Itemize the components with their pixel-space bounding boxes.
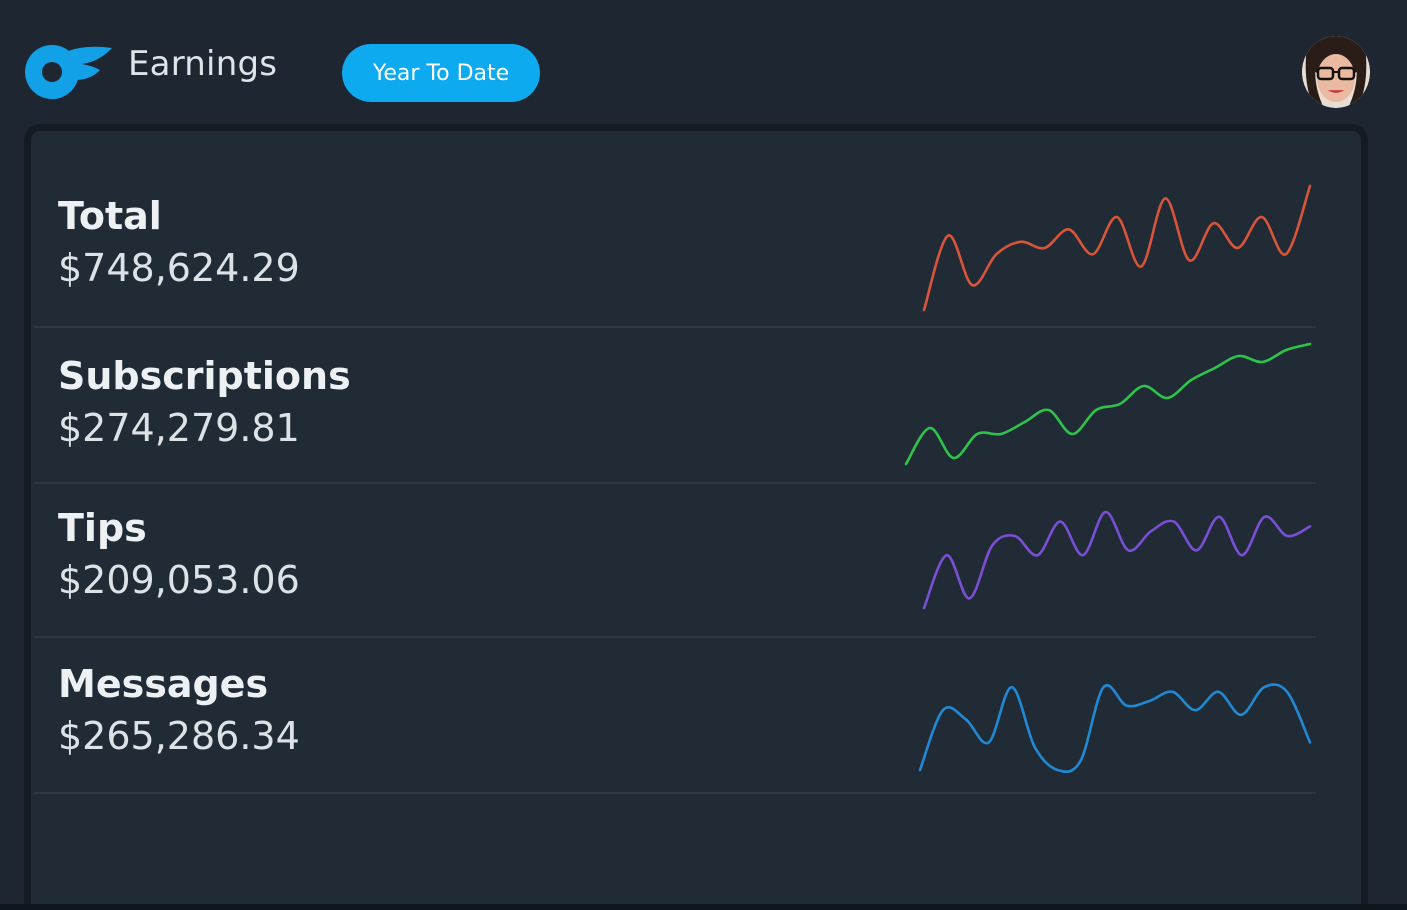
earnings-row-tips[interactable]: Tips $209,053.06	[34, 482, 1316, 638]
user-avatar[interactable]	[1302, 36, 1370, 108]
earnings-app: Earnings Year To Date Total $748,624.29	[0, 0, 1407, 910]
row-value: $274,279.81	[58, 406, 300, 450]
onlyfans-logo-icon[interactable]	[22, 40, 114, 104]
bottom-edge	[0, 904, 1407, 910]
row-value: $265,286.34	[58, 714, 300, 758]
row-label: Messages	[58, 662, 269, 706]
sparkline-total-line	[922, 184, 1312, 312]
earnings-row-messages[interactable]: Messages $265,286.34	[34, 636, 1316, 794]
row-label: Total	[58, 194, 162, 238]
row-value: $209,053.06	[58, 558, 300, 602]
sparkline-total	[922, 184, 1312, 312]
sparkline-subscriptions-line	[904, 342, 1312, 466]
sparkline-tips-line	[922, 510, 1312, 610]
page-title: Earnings	[128, 44, 278, 84]
sparkline-tips	[922, 510, 1312, 610]
row-value: $748,624.29	[58, 246, 300, 290]
earnings-row-subscriptions[interactable]: Subscriptions $274,279.81	[34, 326, 1316, 484]
row-label: Tips	[58, 506, 147, 550]
sparkline-subscriptions	[904, 342, 1312, 466]
sparkline-messages	[918, 683, 1312, 774]
row-label: Subscriptions	[58, 354, 351, 398]
sparkline-messages-line	[918, 683, 1312, 774]
date-range-button[interactable]: Year To Date	[342, 44, 540, 102]
top-bar: Earnings Year To Date	[0, 0, 1407, 120]
earnings-row-total[interactable]: Total $748,624.29	[34, 164, 1316, 328]
